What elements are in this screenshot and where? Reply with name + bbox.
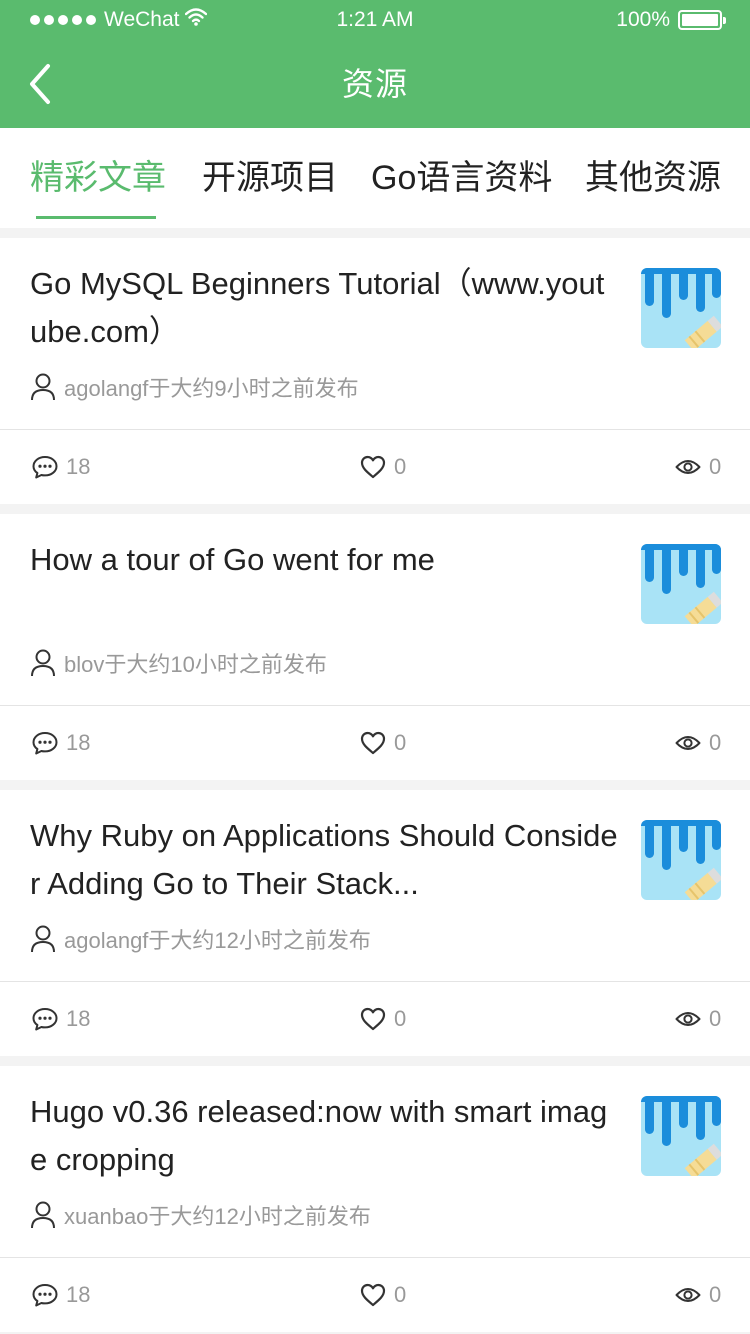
comments-stat[interactable]: 18 bbox=[32, 982, 90, 1056]
article-title: Hugo v0.36 released:now with smart image… bbox=[30, 1094, 608, 1177]
user-icon bbox=[30, 649, 56, 677]
article-link[interactable]: Hugo v0.36 released:now with smart image… bbox=[0, 1066, 750, 1257]
article-title: Go MySQL Beginners Tutorial（www.youtube.… bbox=[30, 266, 605, 349]
nav-bar: 资源 bbox=[0, 40, 750, 128]
thumbnail-image bbox=[641, 820, 721, 900]
like-count: 0 bbox=[394, 454, 407, 479]
comment-icon bbox=[32, 1008, 58, 1031]
comment-count: 18 bbox=[66, 1282, 91, 1307]
article-stats: 18 0 0 bbox=[0, 1258, 750, 1332]
user-icon bbox=[30, 1201, 56, 1229]
view-count: 0 bbox=[709, 1282, 722, 1307]
article-card: Hugo v0.36 released:now with smart image… bbox=[0, 1066, 750, 1332]
article-card: Go MySQL Beginners Tutorial（www.youtube.… bbox=[0, 238, 750, 504]
views-stat[interactable]: 0 bbox=[675, 430, 721, 504]
page-title: 资源 bbox=[341, 66, 408, 102]
article-stats: 18 0 0 bbox=[0, 982, 750, 1056]
article-meta: agolangf于大约9小时之前发布 bbox=[30, 371, 359, 403]
status-battery: 100% bbox=[616, 6, 726, 34]
comment-icon bbox=[32, 732, 58, 755]
battery-percent: 100% bbox=[616, 8, 670, 31]
likes-stat[interactable]: 0 bbox=[360, 982, 406, 1056]
comment-count: 18 bbox=[66, 730, 91, 755]
article-title: Why Ruby on Applications Should Consider… bbox=[30, 818, 618, 901]
eye-icon bbox=[675, 1012, 701, 1026]
views-stat[interactable]: 0 bbox=[675, 982, 721, 1056]
tab-featured-articles[interactable]: 精彩文章 bbox=[30, 128, 166, 228]
user-icon bbox=[30, 373, 56, 401]
views-stat[interactable]: 0 bbox=[675, 706, 721, 780]
heart-icon bbox=[360, 455, 386, 479]
like-count: 0 bbox=[394, 1282, 407, 1307]
comment-icon bbox=[32, 456, 58, 479]
likes-stat[interactable]: 0 bbox=[360, 1258, 406, 1332]
header: WeChat 1:21 AM 100% 资源 bbox=[0, 0, 750, 128]
status-bar: WeChat 1:21 AM 100% bbox=[0, 0, 750, 40]
tab-active-indicator bbox=[36, 216, 156, 219]
heart-icon bbox=[360, 731, 386, 755]
comments-stat[interactable]: 18 bbox=[32, 430, 90, 504]
author-time: agolangf于大约12小时之前发布 bbox=[64, 928, 371, 953]
article-stats: 18 0 0 bbox=[0, 706, 750, 780]
heart-icon bbox=[360, 1007, 386, 1031]
author-time: blov于大约10小时之前发布 bbox=[64, 652, 327, 677]
article-card: How a tour of Go went for me blov于大约10小时… bbox=[0, 514, 750, 780]
like-count: 0 bbox=[394, 730, 407, 755]
like-count: 0 bbox=[394, 1006, 407, 1031]
article-link[interactable]: How a tour of Go went for me blov于大约10小时… bbox=[0, 514, 750, 705]
likes-stat[interactable]: 0 bbox=[360, 430, 406, 504]
article-link[interactable]: Why Ruby on Applications Should Consider… bbox=[0, 790, 750, 981]
article-meta: xuanbao于大约12小时之前发布 bbox=[30, 1199, 371, 1231]
eye-icon bbox=[675, 460, 701, 474]
thumbnail-image bbox=[641, 544, 721, 624]
article-meta: agolangf于大约12小时之前发布 bbox=[30, 923, 371, 955]
view-count: 0 bbox=[709, 454, 722, 479]
thumbnail-image bbox=[641, 1096, 721, 1176]
article-meta: blov于大约10小时之前发布 bbox=[30, 647, 327, 679]
author-time: agolangf于大约9小时之前发布 bbox=[64, 376, 359, 401]
article-title: How a tour of Go went for me bbox=[30, 542, 435, 577]
tab-go-resources[interactable]: Go语言资料 bbox=[371, 128, 552, 228]
comment-icon bbox=[32, 1284, 58, 1307]
article-card: Why Ruby on Applications Should Consider… bbox=[0, 790, 750, 1056]
comment-count: 18 bbox=[66, 454, 91, 479]
likes-stat[interactable]: 0 bbox=[360, 706, 406, 780]
views-stat[interactable]: 0 bbox=[675, 1258, 721, 1332]
tab-other-resources[interactable]: 其他资源 bbox=[585, 128, 721, 228]
thumbnail-image bbox=[641, 268, 721, 348]
eye-icon bbox=[675, 1288, 701, 1302]
tab-open-source[interactable]: 开源项目 bbox=[202, 128, 338, 228]
tab-bar: 精彩文章 开源项目 Go语言资料 其他资源 bbox=[0, 128, 750, 228]
eye-icon bbox=[675, 736, 701, 750]
comments-stat[interactable]: 18 bbox=[32, 706, 90, 780]
comment-count: 18 bbox=[66, 1006, 91, 1031]
heart-icon bbox=[360, 1283, 386, 1307]
author-time: xuanbao于大约12小时之前发布 bbox=[64, 1204, 371, 1229]
view-count: 0 bbox=[709, 1006, 722, 1031]
article-stats: 18 0 0 bbox=[0, 430, 750, 504]
view-count: 0 bbox=[709, 730, 722, 755]
comments-stat[interactable]: 18 bbox=[32, 1258, 90, 1332]
battery-icon bbox=[678, 10, 726, 30]
user-icon bbox=[30, 925, 56, 953]
article-link[interactable]: Go MySQL Beginners Tutorial（www.youtube.… bbox=[0, 238, 750, 429]
